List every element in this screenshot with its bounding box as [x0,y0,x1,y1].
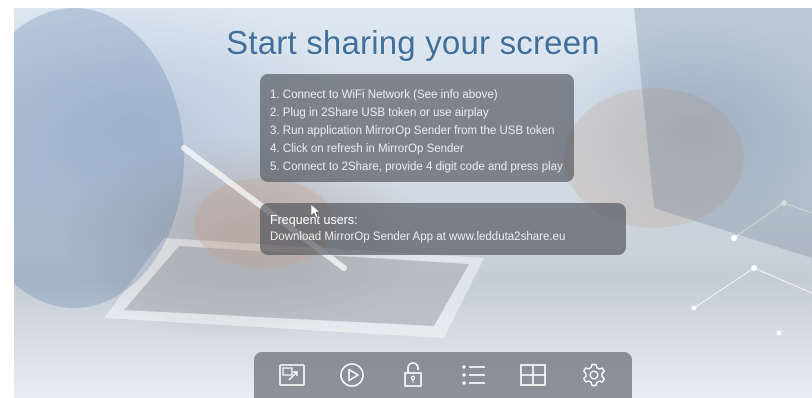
instruction-step: 3. Run application MirrorOp Sender from … [270,125,555,137]
play-icon [340,363,365,387]
instructions-panel: 1. Connect to WiFi Network (See info abo… [260,74,574,182]
instruction-step: 5. Connect to 2Share, provide 4 digit co… [270,161,563,173]
layout-grid-button[interactable] [513,355,553,395]
download-info: Download MirrorOp Sender App at www.ledd… [270,231,566,243]
sharing-screen: Start sharing your screen 1. Connect to … [14,8,812,398]
instruction-step: 2. Plug in 2Share USB token or use airpl… [270,107,489,119]
play-button[interactable] [332,355,372,395]
grid-icon [520,364,547,386]
list-icon [462,365,486,385]
settings-button[interactable] [574,355,614,395]
page-title: Start sharing your screen [226,24,600,61]
lock-button[interactable] [393,355,433,395]
frequent-users-heading: Frequent users: [270,213,358,227]
gear-icon [582,363,605,387]
screen-share-button[interactable] [272,355,312,395]
screen-share-icon [279,364,305,386]
list-button[interactable] [453,355,493,395]
bottom-toolbar [254,352,632,398]
mouse-pointer-icon [311,204,321,218]
instruction-step: 1. Connect to WiFi Network (See info abo… [270,89,498,101]
instruction-step: 4. Click on refresh in MirrorOp Sender [270,143,464,155]
padlock-icon [404,362,422,387]
instruction-steps: 1. Connect to WiFi Network (See info abo… [270,86,564,176]
